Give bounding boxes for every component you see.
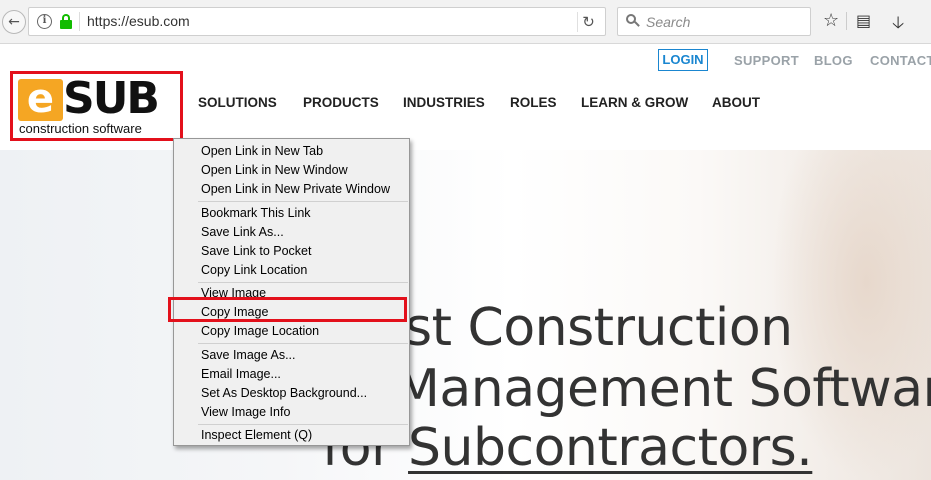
menu-open-link-new-tab[interactable]: Open Link in New Tab xyxy=(201,142,323,161)
menu-set-desktop-background[interactable]: Set As Desktop Background... xyxy=(201,384,367,403)
menu-save-image-as[interactable]: Save Image As... xyxy=(201,346,296,365)
nav-industries[interactable]: INDUSTRIES xyxy=(403,95,485,110)
browser-toolbar: ← i https://esub.com ↻ Search ☆ ▤ 🡣 xyxy=(0,0,931,44)
hero-line-1: st Construction xyxy=(405,298,793,358)
login-button[interactable]: LOGIN xyxy=(658,49,708,71)
logo-e-mark: e xyxy=(18,79,63,121)
nav-solutions[interactable]: SOLUTIONS xyxy=(198,95,277,110)
download-icon[interactable]: 🡣 xyxy=(892,10,904,39)
url-text[interactable]: https://esub.com xyxy=(87,13,190,29)
menu-copy-image-location[interactable]: Copy Image Location xyxy=(201,322,319,341)
menu-save-link-as[interactable]: Save Link As... xyxy=(201,223,284,242)
menu-open-link-new-window[interactable]: Open Link in New Window xyxy=(201,161,348,180)
menu-separator xyxy=(198,201,408,202)
nav-learn-grow[interactable]: LEARN & GROW xyxy=(581,95,688,110)
logo-wordmark: SUB xyxy=(63,73,160,124)
menu-open-link-private-window[interactable]: Open Link in New Private Window xyxy=(201,180,390,199)
info-icon[interactable]: i xyxy=(37,14,52,29)
menu-copy-link-location[interactable]: Copy Link Location xyxy=(201,261,307,280)
toolbar-divider xyxy=(846,12,847,30)
hero-subcontractors-link[interactable]: Subcontractors. xyxy=(408,418,813,478)
menu-view-image-info[interactable]: View Image Info xyxy=(201,403,290,422)
star-icon[interactable]: ☆ xyxy=(823,10,839,31)
lock-icon[interactable] xyxy=(59,14,73,30)
menu-separator xyxy=(198,343,408,344)
menu-email-image[interactable]: Email Image... xyxy=(201,365,281,384)
logo-tagline: construction software xyxy=(19,121,142,136)
blog-link[interactable]: BLOG xyxy=(814,53,853,68)
url-bar[interactable]: i https://esub.com ↻ xyxy=(28,7,606,36)
menu-bookmark-link[interactable]: Bookmark This Link xyxy=(201,204,311,223)
search-icon xyxy=(626,14,640,28)
nav-roles[interactable]: ROLES xyxy=(510,95,557,110)
nav-products[interactable]: PRODUCTS xyxy=(303,95,379,110)
top-nav: LOGIN SUPPORT BLOG CONTACT xyxy=(0,47,931,73)
contact-link[interactable]: CONTACT xyxy=(870,53,931,68)
menu-save-link-pocket[interactable]: Save Link to Pocket xyxy=(201,242,311,261)
nav-about[interactable]: ABOUT xyxy=(712,95,760,110)
search-input[interactable]: Search xyxy=(646,14,690,30)
menu-separator xyxy=(198,282,408,283)
support-link[interactable]: SUPPORT xyxy=(734,53,799,68)
menu-inspect-element[interactable]: Inspect Element (Q) xyxy=(201,426,312,445)
hero-line-2: Management Software xyxy=(395,359,931,419)
page-content: LOGIN SUPPORT BLOG CONTACT e SUB constru… xyxy=(0,45,931,480)
url-divider xyxy=(79,12,80,31)
menu-separator xyxy=(198,424,408,425)
esub-logo[interactable]: e SUB construction software xyxy=(10,71,183,141)
copy-image-highlight xyxy=(168,297,407,322)
context-menu: Open Link in New Tab Open Link in New Wi… xyxy=(173,138,410,446)
reload-icon[interactable]: ↻ xyxy=(577,12,599,32)
back-arrow-icon[interactable]: ← xyxy=(2,10,26,34)
reading-list-icon[interactable]: ▤ xyxy=(856,11,871,30)
search-bar[interactable]: Search xyxy=(617,7,811,36)
hero-section: st Construction Management Software for … xyxy=(0,150,931,480)
